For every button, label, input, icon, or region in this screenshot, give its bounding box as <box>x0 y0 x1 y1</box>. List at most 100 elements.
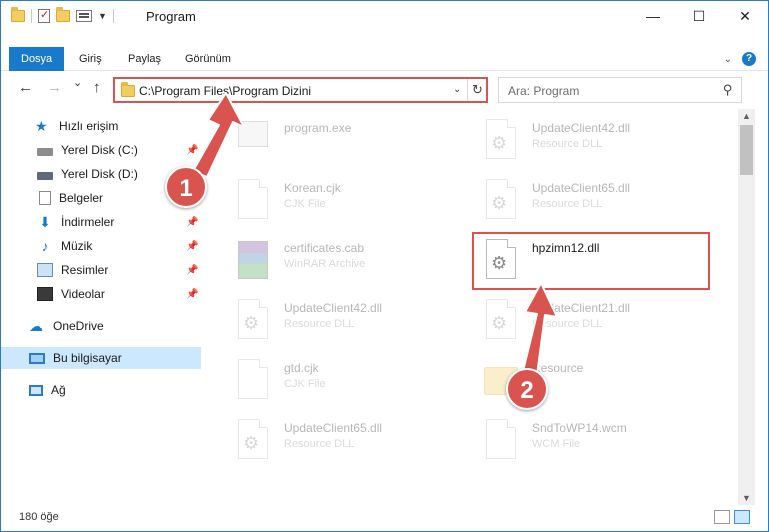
file-name: SndToWP14.wcm <box>532 421 627 435</box>
vertical-scrollbar[interactable]: ▲ ▼ <box>738 109 755 505</box>
exe-icon <box>236 119 270 161</box>
dll-icon: ⚙ <box>484 179 518 221</box>
tab-view[interactable]: Görünüm <box>173 47 243 71</box>
navigation-bar: ← → ⌄ ↑ C:\Program Files\Program Dizini … <box>1 73 768 105</box>
help-icon[interactable]: ? <box>742 52 756 66</box>
pin-icon[interactable]: 📌 <box>186 241 198 252</box>
document-icon <box>39 191 51 205</box>
list-item[interactable]: ⚙ UpdateClient65.dll Resource DLL <box>464 173 704 229</box>
sidebar-item-label: Resimler <box>61 263 109 277</box>
file-name: program.exe <box>284 121 352 135</box>
window-title: Program <box>146 9 196 24</box>
search-box[interactable]: Ara: Program ⚲ <box>498 77 742 103</box>
sidebar-item-this-pc[interactable]: Bu bilgisayar <box>1 347 201 369</box>
address-bar[interactable]: C:\Program Files\Program Dizini ⌄ ↻ <box>113 77 488 103</box>
maximize-button[interactable]: ☐ <box>676 1 722 31</box>
scroll-down-icon[interactable]: ▼ <box>742 493 751 503</box>
sidebar-item-label: Belgeler <box>59 191 104 205</box>
dll-icon: ⚙ <box>236 299 270 341</box>
file-name: UpdateClient21.dll <box>532 301 631 315</box>
new-folder-icon[interactable] <box>56 7 70 22</box>
cloud-icon: ☁ <box>29 318 43 334</box>
pin-icon[interactable]: 📌 <box>186 217 198 228</box>
sidebar-item-quick-access[interactable]: ★ Hızlı erişim <box>1 115 201 137</box>
list-item[interactable]: Korean.cjk CJK File <box>216 173 456 229</box>
step-1-badge: 1 <box>165 166 207 208</box>
sidebar-item-label: Ağ <box>51 383 66 397</box>
refresh-icon[interactable]: ↻ <box>467 79 487 101</box>
customize-toolbar-chevron-icon[interactable]: ▼ <box>98 11 107 21</box>
sidebar-item-local-disk-c[interactable]: Yerel Disk (C:) 📌 <box>1 139 201 161</box>
list-item[interactable]: ⚙ UpdateClient65.dll Resource DLL <box>216 413 456 469</box>
file-type: Resource DLL <box>532 138 603 150</box>
file-name: certificates.cab <box>284 241 365 255</box>
sidebar-item-music[interactable]: ♪ Müzik 📌 <box>1 235 201 257</box>
quick-access-toolbar: ▼ <box>11 7 114 23</box>
network-icon <box>29 384 43 396</box>
list-item[interactable]: certificates.cab WinRAR Archive <box>216 233 456 289</box>
computer-icon <box>29 352 45 364</box>
list-item[interactable]: program.exe <box>216 113 456 169</box>
drive-icon <box>37 171 53 180</box>
file-type: Resource DLL <box>532 318 603 330</box>
file-name: gtd.cjk <box>284 361 319 375</box>
file-name: UpdateClient42.dll <box>284 301 383 315</box>
item-count: 180 öğe <box>19 511 59 523</box>
sidebar-item-network[interactable]: Ağ <box>1 379 201 401</box>
forward-button[interactable]: → <box>47 79 62 96</box>
file-icon <box>484 419 518 461</box>
details-view-icon[interactable] <box>714 510 730 524</box>
file-highlight-box <box>472 232 710 290</box>
sidebar-item-pictures[interactable]: Resimler 📌 <box>1 259 201 281</box>
list-item[interactable]: Resource <box>464 353 704 409</box>
file-type: Resource DLL <box>532 198 603 210</box>
address-path[interactable]: C:\Program Files\Program Dizini <box>139 84 311 98</box>
title-bar: ▼ Program — ☐ ✕ <box>1 1 768 33</box>
folder-icon <box>121 82 135 97</box>
sidebar-item-onedrive[interactable]: ☁ OneDrive <box>1 315 201 337</box>
folder-icon[interactable] <box>11 7 25 22</box>
step-2-badge: 2 <box>506 368 548 410</box>
sidebar-item-videos[interactable]: Videolar 📌 <box>1 283 201 305</box>
toolbar-separator <box>112 9 114 23</box>
sidebar-item-label: Videolar <box>61 287 105 301</box>
tab-share[interactable]: Paylaş <box>116 47 173 71</box>
sidebar-item-label: OneDrive <box>53 319 104 333</box>
back-button[interactable]: ← <box>18 79 33 96</box>
drive-icon <box>37 147 53 156</box>
file-type: CJK File <box>284 198 326 210</box>
tab-home[interactable]: Giriş <box>67 47 114 71</box>
recent-locations-chevron-icon[interactable]: ⌄ <box>73 76 82 89</box>
download-icon: ⬇ <box>39 214 51 230</box>
list-item[interactable]: ⚙ UpdateClient21.dll Resource DLL <box>464 293 704 349</box>
list-item[interactable]: ⚙ UpdateClient42.dll Resource DLL <box>216 293 456 349</box>
scroll-up-icon[interactable]: ▲ <box>742 111 751 121</box>
up-button[interactable]: ↑ <box>93 79 101 96</box>
search-icon[interactable]: ⚲ <box>723 82 733 98</box>
pin-icon[interactable]: 📌 <box>186 289 198 300</box>
file-list: program.exe ⚙ UpdateClient42.dll Resourc… <box>206 109 736 505</box>
address-dropdown-chevron-icon[interactable]: ⌄ <box>453 84 461 95</box>
file-type: Resource DLL <box>284 438 355 450</box>
video-icon <box>37 287 53 301</box>
close-button[interactable]: ✕ <box>722 1 768 31</box>
minimize-button[interactable]: — <box>630 1 676 31</box>
dll-icon: ⚙ <box>236 419 270 461</box>
file-type: WinRAR Archive <box>284 258 366 270</box>
music-icon: ♪ <box>41 238 49 254</box>
list-item[interactable]: SndToWP14.wcm WCM File <box>464 413 704 469</box>
large-icons-view-icon[interactable] <box>734 510 750 524</box>
properties-check-icon[interactable] <box>38 8 50 23</box>
sidebar-item-label: Yerel Disk (C:) <box>61 143 138 157</box>
scrollbar-thumb[interactable] <box>740 125 753 175</box>
rename-icon[interactable] <box>76 10 92 22</box>
list-item[interactable]: ⚙ UpdateClient42.dll Resource DLL <box>464 113 704 169</box>
tab-file[interactable]: Dosya <box>9 47 65 71</box>
search-input[interactable]: Ara: Program <box>508 84 579 98</box>
pin-icon[interactable]: 📌 <box>186 145 198 156</box>
list-item[interactable]: gtd.cjk CJK File <box>216 353 456 409</box>
expand-ribbon-chevron-icon[interactable]: ⌄ <box>724 54 732 65</box>
pin-icon[interactable]: 📌 <box>186 265 198 276</box>
sidebar-item-downloads[interactable]: ⬇ İndirmeler 📌 <box>1 211 201 233</box>
sidebar-item-label: Bu bilgisayar <box>53 351 122 365</box>
